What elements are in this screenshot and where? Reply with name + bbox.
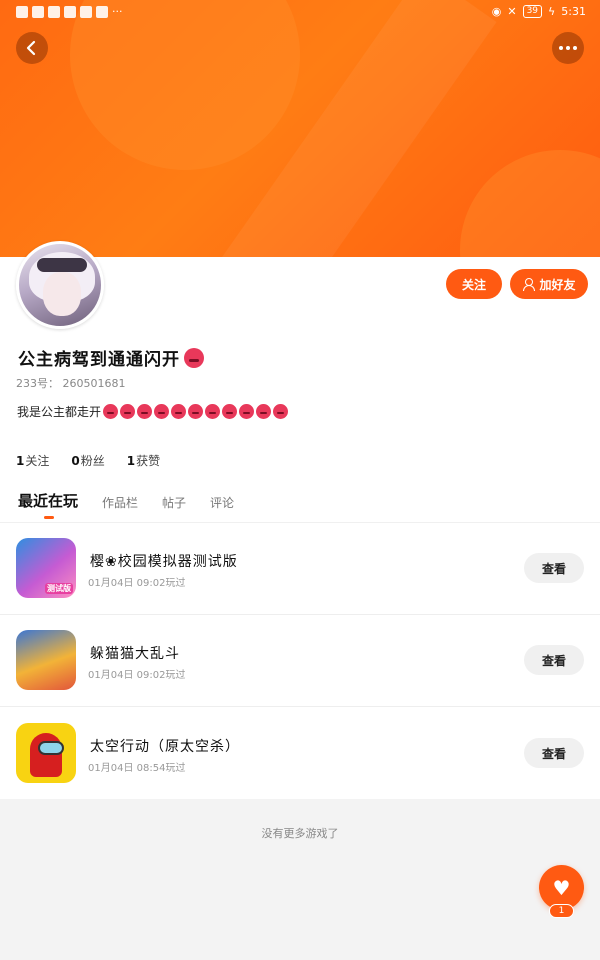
add-person-icon	[522, 277, 536, 291]
no-more-games-text: 没有更多游戏了	[261, 827, 339, 840]
angry-emoji-icon	[256, 404, 272, 419]
profile-card: 关注 加好友 公主病驾到通通闪开 233号： 260501681 我是公主都走开…	[0, 241, 600, 522]
chevron-left-icon	[26, 40, 36, 56]
banner-decoration	[70, 0, 300, 170]
wifi-icon	[16, 5, 28, 18]
bio-text: 我是公主都走开	[17, 405, 102, 419]
charging-icon: ϟ	[548, 5, 556, 18]
list-item[interactable]: 太空行动（原太空杀） 01月04日 08:54玩过 查看	[0, 708, 600, 800]
tab-works[interactable]: 作品栏	[102, 494, 138, 511]
stat-fans[interactable]: 0粉丝	[71, 452, 104, 469]
angry-emoji-icon	[239, 404, 255, 419]
bio: 我是公主都走开	[17, 403, 289, 420]
angry-emoji-icon	[184, 347, 204, 368]
view-button[interactable]: 查看	[524, 553, 584, 583]
tab-posts[interactable]: 帖子	[162, 494, 186, 511]
back-button[interactable]	[16, 32, 48, 64]
angry-emoji-icon	[154, 404, 170, 419]
mute-icon: ✕	[507, 5, 517, 18]
view-button[interactable]: 查看	[524, 645, 584, 675]
more-dots-icon	[559, 46, 577, 50]
angry-emoji-icon	[120, 404, 136, 419]
avatar[interactable]	[16, 241, 104, 329]
game-icon-hide-seek	[16, 630, 76, 690]
tab-comments[interactable]: 评论	[210, 494, 234, 511]
heart-icon: ♥	[552, 875, 571, 900]
recent-games-list: 测试版 樱❀校园模拟器测试版 01月04日 09:02玩过 查看 躲猫猫大乱斗 …	[0, 522, 600, 799]
notification-icon	[48, 5, 60, 18]
game-last-played: 01月04日 09:02玩过	[88, 670, 186, 681]
notification-icon	[96, 5, 108, 18]
game-title: 躲猫猫大乱斗	[90, 646, 180, 662]
angry-emoji-icon	[205, 404, 221, 419]
tab-recent-play[interactable]: 最近在玩	[18, 490, 78, 519]
bio-emojis	[101, 404, 289, 419]
game-title: 樱❀校园模拟器测试版	[90, 554, 238, 570]
game-last-played: 01月04日 09:02玩过	[88, 578, 186, 589]
profile-banner	[0, 0, 600, 257]
game-title: 太空行动（原太空杀）	[90, 739, 240, 755]
more-button[interactable]	[552, 32, 584, 64]
clock: 5:31	[561, 5, 586, 18]
more-notifications-icon: ···	[112, 5, 123, 18]
user-id: 233号： 260501681	[16, 377, 126, 390]
notification-icon	[64, 5, 76, 18]
stat-following[interactable]: 1关注	[16, 452, 49, 469]
add-friend-label: 加好友	[539, 277, 576, 292]
game-last-played: 01月04日 08:54玩过	[88, 763, 186, 774]
view-button[interactable]: 查看	[524, 738, 584, 768]
battery-level: 39	[522, 5, 543, 18]
list-item[interactable]: 测试版 樱❀校园模拟器测试版 01月04日 09:02玩过 查看	[0, 523, 600, 615]
angry-emoji-icon	[137, 404, 153, 419]
notification-icon	[80, 5, 92, 18]
angry-emoji-icon	[273, 404, 289, 419]
follow-button[interactable]: 关注	[446, 269, 502, 299]
angry-emoji-icon	[171, 404, 187, 419]
add-friend-button[interactable]: 加好友	[510, 269, 588, 299]
banner-decoration	[460, 150, 600, 257]
notification-icon	[32, 5, 44, 18]
profile-tabs: 最近在玩 作品栏 帖子 评论	[18, 490, 234, 519]
angry-emoji-icon	[188, 404, 204, 419]
angry-emoji-icon	[222, 404, 238, 419]
like-count-badge: 1	[549, 904, 574, 918]
game-icon-space-action	[16, 723, 76, 783]
status-bar: ··· ◉ ✕ 39 ϟ 5:31	[0, 0, 600, 24]
nickname-text: 公主病驾到通通闪开	[18, 350, 180, 370]
stat-likes[interactable]: 1获赞	[127, 452, 160, 469]
eye-icon: ◉	[491, 5, 502, 18]
angry-emoji-icon	[103, 404, 119, 419]
list-item[interactable]: 躲猫猫大乱斗 01月04日 09:02玩过 查看	[0, 615, 600, 707]
follow-label: 关注	[461, 277, 486, 292]
game-icon-sakura: 测试版	[16, 538, 76, 598]
nickname: 公主病驾到通通闪开	[18, 345, 204, 370]
stats: 1关注 0粉丝 1获赞	[16, 452, 160, 469]
